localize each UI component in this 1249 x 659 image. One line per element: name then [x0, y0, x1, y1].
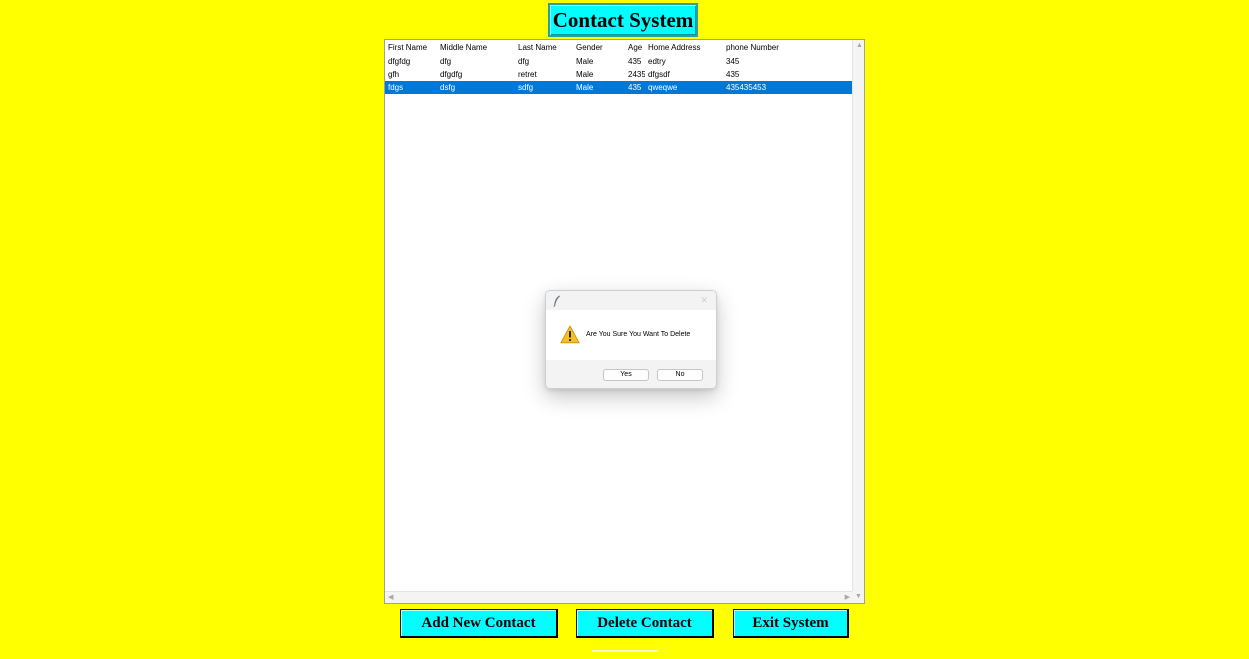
cell-home-address: dfgsdf [648, 70, 670, 79]
cell-first-name: dfgfdg [388, 57, 411, 66]
cell-home-address: qweqwe [648, 83, 678, 92]
cell-age: 435 [628, 57, 642, 66]
cell-middle-name: dfg [440, 57, 452, 66]
vertical-scrollbar[interactable]: ▲ [852, 40, 864, 591]
column-header-phone-number[interactable]: phone Number [726, 41, 846, 54]
table-row-selected[interactable]: fdgs dsfg sdfg Male 435 qweqwe 435435453 [385, 81, 853, 94]
taskbar-indicator [592, 650, 658, 652]
cell-middle-name: dfgdfg [440, 70, 463, 79]
scroll-down-icon[interactable]: ▼ [855, 593, 862, 601]
scroll-up-icon[interactable]: ▲ [856, 42, 863, 50]
cell-phone-number: 435 [726, 70, 740, 79]
scroll-left-icon[interactable]: ◀ [388, 594, 393, 602]
cell-last-name: dfg [518, 57, 530, 66]
cell-age: 435 [628, 83, 642, 92]
warning-icon [560, 325, 580, 349]
cell-first-name: fdgs [388, 83, 404, 92]
cell-home-address: edtry [648, 57, 666, 66]
cell-gender: Male [576, 57, 594, 66]
cell-phone-number: 345 [726, 57, 740, 66]
cell-gender: Male [576, 70, 594, 79]
column-header-home-address[interactable]: Home Address [648, 41, 724, 54]
page-title: Contact System [548, 3, 698, 37]
column-header-last-name[interactable]: Last Name [518, 41, 574, 54]
column-header-age[interactable]: Age [628, 41, 645, 54]
horizontal-scrollbar[interactable]: ◀ ▶ [385, 591, 853, 603]
cell-phone-number: 435435453 [726, 83, 767, 92]
confirm-delete-dialog: ✕ Are You Sure You Want To Delete Yes No [545, 290, 717, 389]
cell-middle-name: dsfg [440, 83, 456, 92]
dialog-titlebar[interactable]: ✕ [546, 291, 716, 310]
column-header-first-name[interactable]: First Name [388, 41, 438, 54]
delete-contact-button[interactable]: Delete Contact [576, 609, 714, 638]
close-icon[interactable]: ✕ [700, 294, 708, 306]
no-button[interactable]: No [657, 369, 703, 381]
cell-gender: Male [576, 83, 594, 92]
feather-icon [553, 294, 561, 312]
column-header-middle-name[interactable]: Middle Name [440, 41, 516, 54]
cell-last-name: retret [518, 70, 537, 79]
cell-last-name: sdfg [518, 83, 534, 92]
dialog-message: Are You Sure You Want To Delete [586, 331, 691, 338]
add-contact-button[interactable]: Add New Contact [400, 609, 558, 638]
cell-age: 2435 [628, 70, 645, 79]
yes-button[interactable]: Yes [603, 369, 649, 381]
scrollbar-corner: ▼ [852, 591, 864, 603]
exit-system-button[interactable]: Exit System [733, 609, 849, 638]
cell-first-name: gfh [388, 70, 400, 79]
table-row[interactable]: gfh dfgdfg retret Male 2435 dfgsdf 435 [385, 68, 853, 81]
table-row[interactable]: dfgfdg dfg dfg Male 435 edtry 345 [385, 55, 853, 68]
table-header-row: First Name Middle Name Last Name Gender … [385, 41, 853, 54]
column-header-gender[interactable]: Gender [576, 41, 626, 54]
scroll-right-icon[interactable]: ▶ [845, 594, 850, 602]
